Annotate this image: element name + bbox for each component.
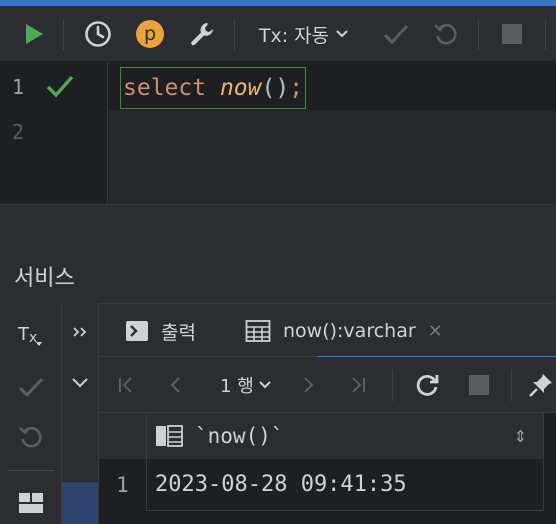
column-header[interactable]: `now()` ⇕	[147, 413, 544, 459]
rollback-button[interactable]	[0, 419, 62, 455]
column-table-icon	[156, 425, 183, 447]
tx-mode-label: Tx: 자동	[258, 24, 330, 47]
function-now: now	[219, 75, 262, 101]
commit-button[interactable]	[0, 369, 62, 405]
stop-icon	[502, 24, 522, 44]
page-info-label: 1 행	[220, 376, 254, 397]
parentheses: ()	[261, 75, 290, 101]
stop-icon	[469, 375, 489, 395]
result-tabs: 출력 now():varchar ✕	[99, 303, 556, 359]
tab-label: now():varchar	[283, 320, 416, 342]
wrench-icon	[191, 23, 213, 46]
first-page-icon	[119, 377, 132, 393]
pin-button[interactable]	[525, 357, 556, 413]
close-icon[interactable]: ✕	[428, 321, 443, 342]
expand-chevrons-icon	[73, 327, 87, 337]
services-panel-title: 서비스	[14, 266, 75, 291]
prev-page-icon	[170, 377, 180, 393]
history-icon	[85, 21, 111, 47]
tx-button[interactable]: Tx	[0, 317, 62, 353]
toolbar-separator	[392, 369, 393, 401]
commit-check-icon	[18, 377, 44, 398]
row-number[interactable]: 1	[99, 459, 147, 511]
tab-label: 출력	[161, 321, 196, 344]
refresh-button[interactable]	[409, 357, 445, 413]
profile-p-icon: p	[136, 20, 164, 48]
line-number: 1	[12, 75, 25, 99]
sort-icon[interactable]: ⇕	[514, 427, 527, 446]
toolbar-separator	[511, 369, 512, 401]
semicolon: ;	[289, 75, 304, 101]
profile-badge-letter: p	[143, 23, 157, 45]
stop-button[interactable]	[461, 357, 497, 413]
collapse-button[interactable]	[62, 367, 98, 397]
stop-button[interactable]	[494, 6, 530, 62]
play-icon	[26, 24, 43, 44]
chevron-down-icon	[72, 378, 88, 388]
results-toolbar: 1 행	[99, 357, 556, 413]
commit-check-icon	[383, 24, 409, 45]
sql-editor[interactable]: 1 2 select now();	[0, 62, 556, 204]
last-page-icon	[352, 377, 365, 393]
console-output-icon	[126, 321, 148, 341]
layout-icon	[19, 493, 43, 513]
next-page-icon	[304, 377, 314, 393]
tx-icon: Tx	[17, 324, 42, 346]
execute-button[interactable]	[14, 6, 54, 62]
tx-mode-dropdown[interactable]: Tx: 자동	[248, 6, 360, 62]
tab-result-now[interactable]: now():varchar ✕	[245, 304, 443, 358]
grid-corner	[99, 413, 147, 459]
current-line-highlight	[109, 110, 556, 204]
result-grid: `now()` ⇕ 1 2023-08-28 09:41:35	[99, 413, 556, 524]
layout-button[interactable]	[0, 485, 62, 521]
rollback-icon	[19, 427, 42, 448]
pin-icon	[529, 374, 552, 397]
settings-button[interactable]	[182, 6, 222, 62]
chevron-down-icon	[259, 381, 271, 389]
editor-gutter: 1 2	[0, 62, 108, 204]
selected-tree-item[interactable]	[62, 482, 98, 524]
next-page-button[interactable]	[293, 357, 323, 413]
rollback-icon	[434, 24, 457, 45]
last-page-button[interactable]	[343, 357, 373, 413]
prev-page-button[interactable]	[161, 357, 191, 413]
sql-statement[interactable]: select now();	[120, 67, 307, 109]
history-button[interactable]	[78, 6, 118, 62]
editor-toolbar: p Tx: 자동	[0, 6, 556, 62]
expand-button[interactable]	[62, 317, 98, 347]
rollback-button[interactable]	[428, 6, 464, 62]
refresh-icon	[416, 375, 439, 396]
table-icon	[245, 320, 271, 342]
table-cell[interactable]: 2023-08-28 09:41:35	[147, 459, 544, 511]
keyword-select: select	[123, 75, 207, 101]
commit-button[interactable]	[378, 6, 414, 62]
chevron-down-icon	[336, 30, 348, 38]
profile-button[interactable]: p	[130, 6, 170, 62]
line-number: 2	[12, 120, 25, 144]
success-check-icon	[46, 75, 74, 98]
services-side-toolbar: Tx	[0, 303, 62, 524]
page-size-dropdown[interactable]: 1 행	[211, 357, 281, 413]
column-name: `now()`	[195, 424, 284, 448]
panel-splitter[interactable]	[0, 204, 556, 254]
svg-text:x: x	[29, 330, 37, 346]
first-page-button[interactable]	[111, 357, 141, 413]
tab-output[interactable]: 출력	[125, 304, 196, 358]
